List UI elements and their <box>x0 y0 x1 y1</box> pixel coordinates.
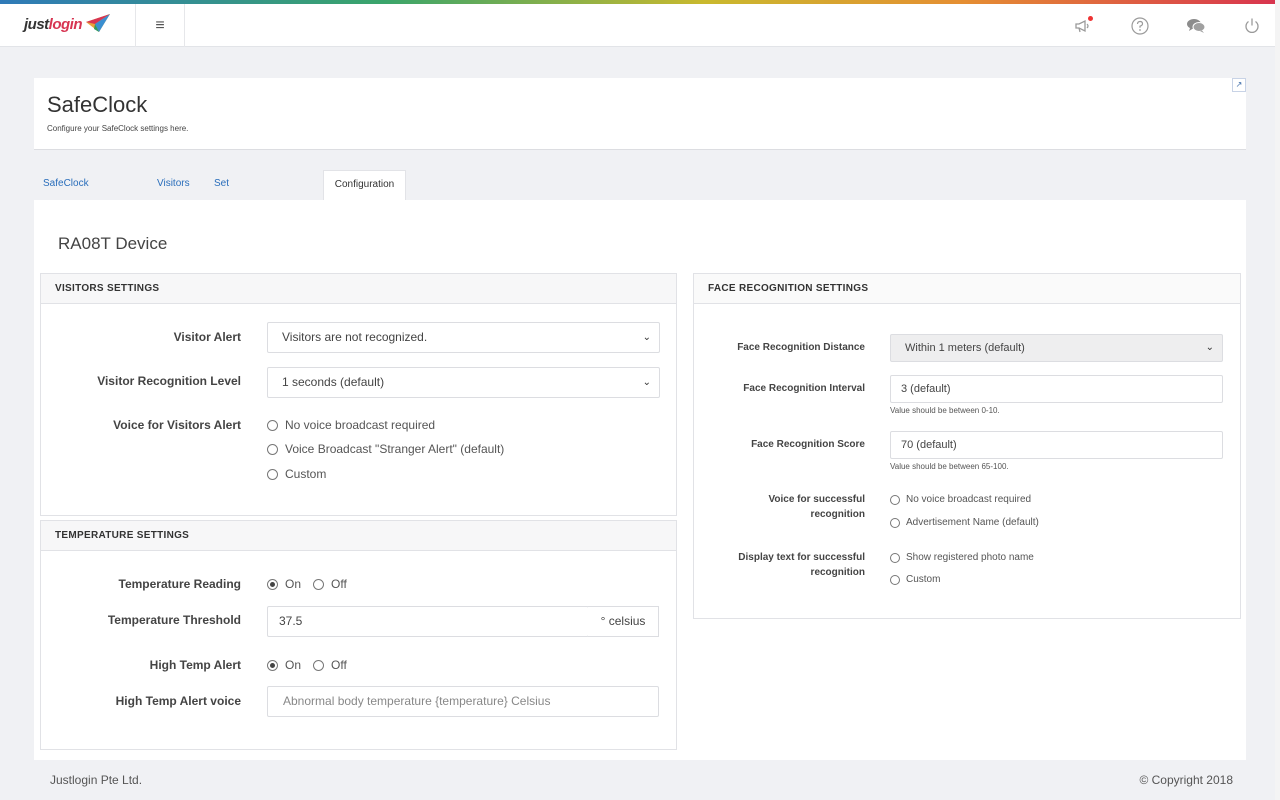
expand-icon[interactable]: ↗ <box>1232 78 1246 92</box>
radio-button-selected[interactable] <box>267 659 278 671</box>
face-recognition-heading: FACE RECOGNITION SETTINGS <box>694 274 1240 304</box>
tab-configuration[interactable]: Configuration <box>323 170 406 200</box>
voice-option-none[interactable]: No voice broadcast required <box>267 418 435 432</box>
visitor-alert-select[interactable]: Visitors are not recognized. ⌄ <box>267 322 660 353</box>
face-recognition-settings-panel: FACE RECOGNITION SETTINGS Face Recogniti… <box>693 273 1241 619</box>
voice-visitors-alert-label: Voice for Visitors Alert <box>113 418 241 432</box>
radio-button[interactable] <box>890 494 900 505</box>
radio-button[interactable] <box>267 443 278 455</box>
visitor-alert-value: Visitors are not recognized. <box>282 330 428 344</box>
score-hint: Value should be between 65-100. <box>890 462 1009 471</box>
chevron-down-icon: ⌄ <box>1205 342 1214 353</box>
visitors-settings-heading: VISITORS SETTINGS <box>41 274 676 304</box>
face-voice-option-label: Advertisement Name (default) <box>906 517 1039 528</box>
tab-set-reference-photos[interactable]: Set Reference Photos <box>214 170 260 245</box>
page-title: SafeClock <box>47 92 148 117</box>
radio-button[interactable] <box>890 552 900 563</box>
help-button[interactable] <box>1130 16 1150 36</box>
high-temp-alert-off[interactable]: Off <box>313 658 347 672</box>
voice-option-stranger-alert[interactable]: Voice Broadcast "Stranger Alert" (defaul… <box>267 442 504 456</box>
radio-button[interactable] <box>267 419 278 431</box>
chat-button[interactable] <box>1186 16 1206 36</box>
voice-option-custom[interactable]: Custom <box>267 467 326 481</box>
voice-successful-label-line2: recognition <box>810 509 865 520</box>
configuration-content: RA08T Device VISITORS SETTINGS Visitor A… <box>34 200 1246 760</box>
device-title: RA08T Device <box>58 234 168 253</box>
justlogin-logo[interactable]: justlogin <box>0 4 136 47</box>
announcements-button[interactable] <box>1073 16 1093 36</box>
radio-label-off: Off <box>331 658 347 672</box>
radio-label-off: Off <box>331 577 347 591</box>
voice-option-label: Custom <box>285 467 327 481</box>
interval-hint: Value should be between 0-10. <box>890 406 1000 415</box>
radio-button[interactable] <box>313 578 324 590</box>
voice-successful-label-line1: Voice for successful <box>768 494 865 505</box>
help-icon <box>1131 17 1149 35</box>
logo-text-just: just <box>24 16 49 33</box>
chat-icon <box>1187 19 1206 33</box>
radio-button[interactable] <box>267 468 278 480</box>
notification-dot <box>1088 16 1093 21</box>
high-temp-alert-voice-label: High Temp Alert voice <box>115 694 241 708</box>
high-temp-alert-on[interactable]: On <box>267 658 301 672</box>
chevron-down-icon: ⌄ <box>642 332 651 343</box>
temperature-reading-on[interactable]: On <box>267 577 301 591</box>
display-option-label: Custom <box>906 574 941 585</box>
paper-plane-icon <box>86 14 110 32</box>
radio-button[interactable] <box>890 574 900 585</box>
chevron-down-icon: ⌄ <box>642 377 651 388</box>
power-icon <box>1245 18 1259 33</box>
footer-copyright: © Copyright 2018 <box>1139 773 1233 787</box>
face-recognition-distance-value: Within 1 meters (default) <box>905 342 1025 354</box>
hamburger-menu-button[interactable]: ≡ <box>136 4 185 47</box>
hamburger-icon: ≡ <box>155 17 165 34</box>
face-recognition-score-input[interactable]: 70 (default) <box>890 431 1223 459</box>
display-option-photo-name[interactable]: Show registered photo name <box>890 552 1034 563</box>
visitors-settings-panel: VISITORS SETTINGS Visitor Alert Visitors… <box>40 273 677 516</box>
tab-safeclock-summary[interactable]: SafeClock Summary <box>43 170 89 217</box>
face-voice-option-label: No voice broadcast required <box>906 494 1032 505</box>
display-text-label-line2: recognition <box>810 567 865 578</box>
temperature-reading-label: Temperature Reading <box>118 577 241 591</box>
high-temp-alert-label: High Temp Alert <box>149 658 241 672</box>
display-text-label-line1: Display text for successful <box>738 552 865 563</box>
radio-label-on: On <box>285 658 302 672</box>
display-option-label: Show registered photo name <box>906 552 1034 563</box>
page-subtitle: Configure your SafeClock settings here. <box>47 124 189 133</box>
voice-option-label: No voice broadcast required <box>285 418 436 432</box>
display-option-custom[interactable]: Custom <box>890 574 940 585</box>
face-voice-option-advertisement[interactable]: Advertisement Name (default) <box>890 517 1039 528</box>
top-navbar: justlogin ≡ <box>0 4 1275 47</box>
logout-button[interactable] <box>1242 16 1262 36</box>
face-recognition-interval-input[interactable]: 3 (default) <box>890 375 1223 403</box>
face-recognition-interval-label: Face Recognition Interval <box>743 383 865 394</box>
temperature-settings-heading: TEMPERATURE SETTINGS <box>41 521 676 551</box>
face-voice-option-none[interactable]: No voice broadcast required <box>890 494 1031 505</box>
voice-option-label: Voice Broadcast "Stranger Alert" (defaul… <box>285 442 505 456</box>
radio-button-selected[interactable] <box>267 578 278 590</box>
radio-label-on: On <box>285 577 302 591</box>
face-recognition-score-label: Face Recognition Score <box>751 439 865 450</box>
display-text-successful-recognition-label: Display text for successful recognition <box>704 550 865 580</box>
temperature-settings-panel: TEMPERATURE SETTINGS Temperature Reading… <box>40 520 677 750</box>
footer-company: Justlogin Pte Ltd. <box>50 773 143 787</box>
celsius-unit-addon: ° celsius <box>588 606 659 637</box>
tab-visitors[interactable]: Visitors <box>157 170 190 200</box>
temperature-threshold-input[interactable]: 37.5 <box>267 606 589 637</box>
page-scrollbar[interactable] <box>1275 0 1280 800</box>
logo-text-login: login <box>48 16 83 33</box>
radio-button[interactable] <box>890 517 900 528</box>
high-temp-alert-voice-input[interactable]: Abnormal body temperature {temperature} … <box>267 686 659 717</box>
face-recognition-distance-select[interactable]: Within 1 meters (default) ⌄ <box>890 334 1223 362</box>
face-recognition-distance-label: Face Recognition Distance <box>737 342 865 353</box>
radio-button[interactable] <box>313 659 324 671</box>
visitor-recognition-level-value: 1 seconds (default) <box>282 375 385 389</box>
visitor-alert-label: Visitor Alert <box>173 330 241 344</box>
page-header: SafeClock Configure your SafeClock setti… <box>34 78 1246 150</box>
visitor-recognition-level-label: Visitor Recognition Level <box>97 374 241 388</box>
visitor-recognition-level-select[interactable]: 1 seconds (default) ⌄ <box>267 367 660 398</box>
temperature-threshold-label: Temperature Threshold <box>107 613 241 627</box>
temperature-reading-off[interactable]: Off <box>313 577 347 591</box>
voice-successful-recognition-label: Voice for successful recognition <box>704 492 865 522</box>
